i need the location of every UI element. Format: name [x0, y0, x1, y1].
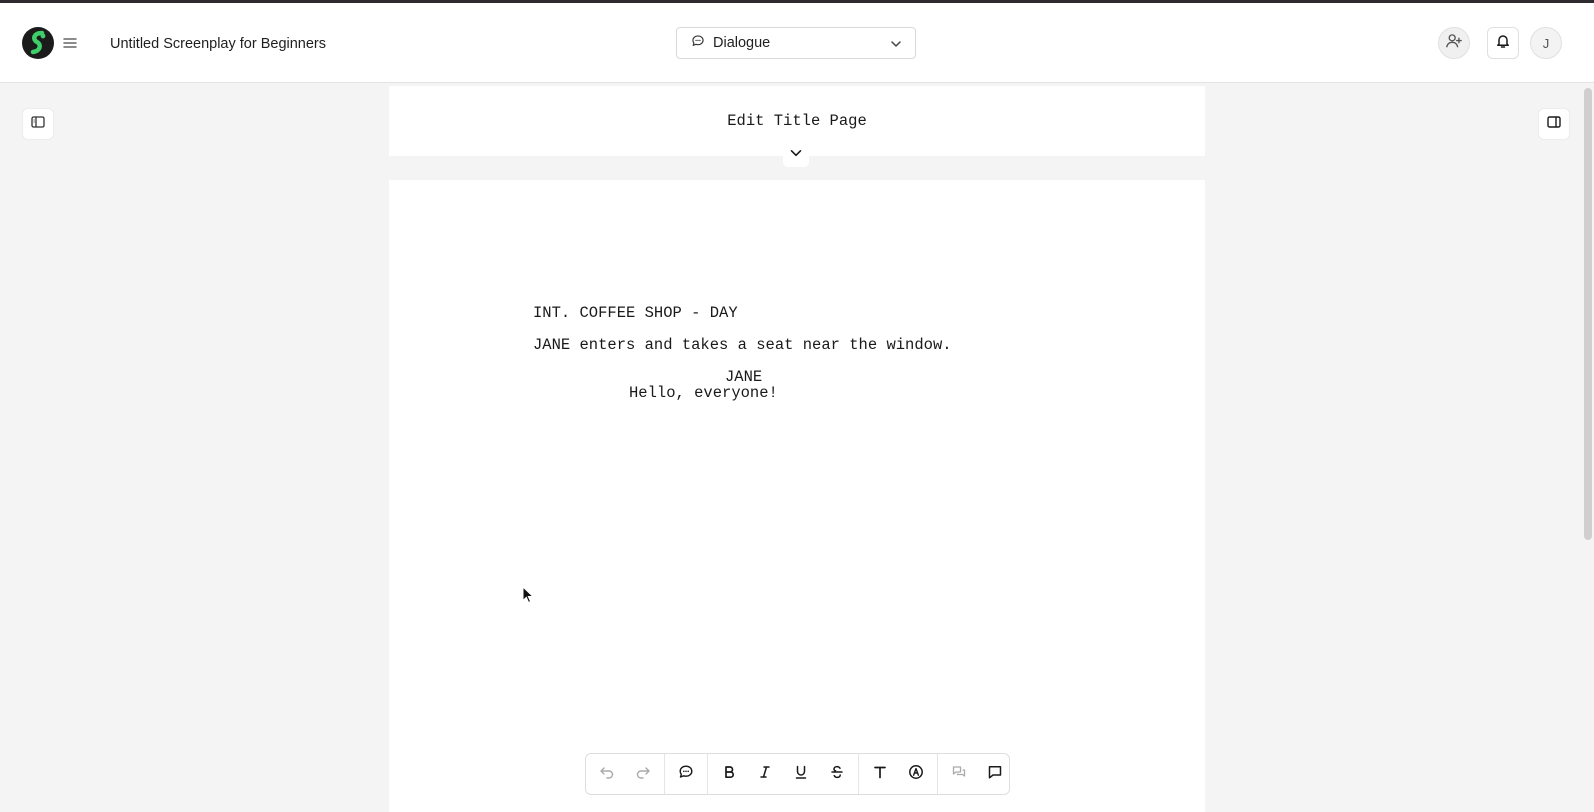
- dialogue-line[interactable]: Hello, everyone!: [629, 384, 778, 402]
- sidebar-left-icon: [30, 114, 46, 135]
- redo-icon: [635, 764, 651, 785]
- bold-icon: [721, 764, 737, 785]
- add-comment-button[interactable]: [977, 756, 1013, 792]
- element-type-label: Dialogue: [713, 35, 771, 51]
- text-icon: [872, 764, 888, 785]
- comment-icon: [987, 764, 1003, 785]
- circled-a-icon: [908, 764, 924, 785]
- scrollbar-thumb[interactable]: [1584, 88, 1592, 540]
- mouse-pointer-icon: [522, 585, 535, 609]
- chevron-down-icon: [789, 146, 803, 165]
- text-options-group: [859, 754, 938, 794]
- redo-button[interactable]: [625, 756, 661, 792]
- sidebar-right-icon: [1546, 114, 1562, 135]
- undo-icon: [599, 764, 615, 785]
- formatting-toolbar: [585, 753, 1010, 795]
- edit-title-page-link[interactable]: Edit Title Page: [389, 112, 1205, 130]
- chat-icon: [951, 764, 967, 785]
- toggle-left-panel-button[interactable]: [22, 108, 54, 140]
- chevron-down-icon: [889, 37, 903, 56]
- annotate-button[interactable]: [898, 756, 934, 792]
- hamburger-icon[interactable]: [60, 33, 80, 53]
- undo-button[interactable]: [589, 756, 625, 792]
- app-header: Untitled Screenplay for Beginners Dialog…: [0, 3, 1594, 83]
- user-avatar[interactable]: J: [1530, 27, 1562, 59]
- italic-button[interactable]: [747, 756, 783, 792]
- user-plus-icon: [1445, 32, 1463, 55]
- script-page[interactable]: INT. COFFEE SHOP - DAY JANE enters and t…: [389, 180, 1205, 812]
- underline-icon: [793, 764, 809, 785]
- expand-title-page-button[interactable]: [783, 143, 809, 167]
- notifications-button[interactable]: [1487, 27, 1519, 59]
- underline-button[interactable]: [783, 756, 819, 792]
- element-group: [665, 754, 708, 794]
- history-group: [586, 754, 665, 794]
- dialogue-icon: [678, 764, 694, 785]
- strikethrough-button[interactable]: [819, 756, 855, 792]
- scene-heading[interactable]: INT. COFFEE SHOP - DAY: [533, 304, 738, 322]
- chat-button[interactable]: [941, 756, 977, 792]
- bold-button[interactable]: [711, 756, 747, 792]
- speech-bubble-icon: [691, 34, 705, 53]
- dialogue-format-button[interactable]: [668, 756, 704, 792]
- add-collaborator-button[interactable]: [1438, 27, 1470, 59]
- italic-icon: [757, 764, 773, 785]
- strikethrough-icon: [829, 764, 845, 785]
- document-title[interactable]: Untitled Screenplay for Beginners: [110, 36, 326, 52]
- element-type-select[interactable]: Dialogue: [676, 27, 916, 59]
- bell-icon: [1495, 33, 1511, 54]
- text-format-button[interactable]: [862, 756, 898, 792]
- toggle-right-panel-button[interactable]: [1538, 108, 1570, 140]
- action-line[interactable]: JANE enters and takes a seat near the wi…: [533, 336, 952, 354]
- app-logo[interactable]: [22, 27, 54, 59]
- comments-group: [938, 754, 1016, 794]
- text-style-group: [708, 754, 859, 794]
